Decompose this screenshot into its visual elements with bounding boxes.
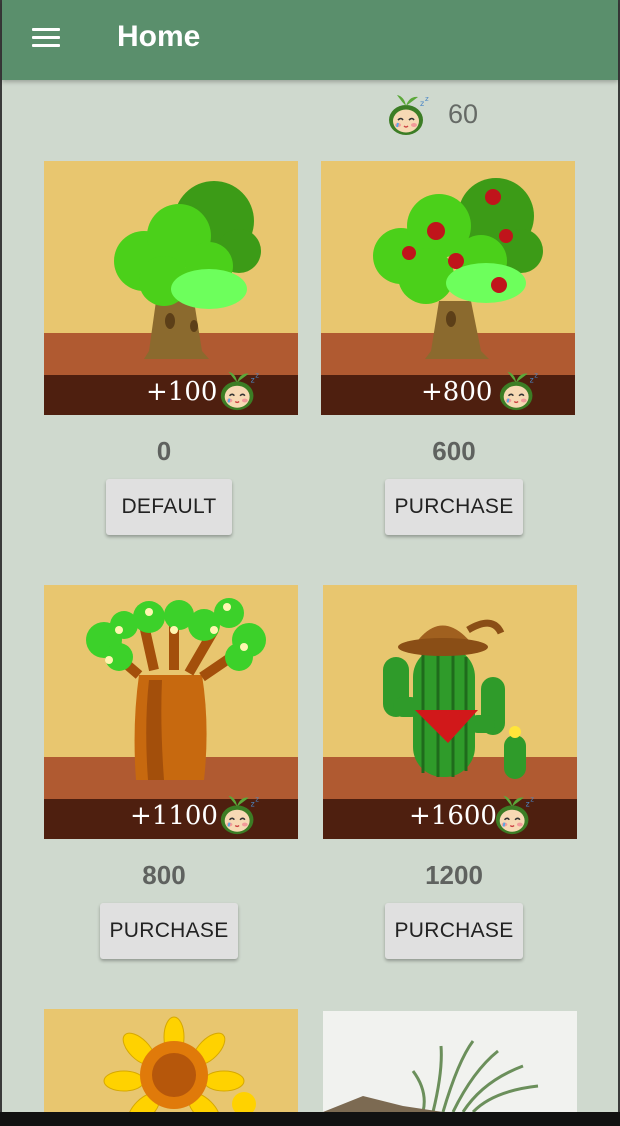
item-price: 0 xyxy=(156,436,172,466)
page-title: Home xyxy=(117,20,201,53)
item-price: 600 xyxy=(432,436,476,466)
reward-amount: +1600 xyxy=(409,801,497,831)
sprout-seed-icon xyxy=(493,791,539,837)
system-navigation-bar xyxy=(0,1112,620,1126)
reward-amount: +800 xyxy=(421,377,493,407)
shop-item-grass[interactable] xyxy=(323,1011,577,1112)
shop-item-sunflower[interactable] xyxy=(44,1009,298,1112)
default-button[interactable]: DEFAULT xyxy=(106,479,232,535)
app-bar: Home xyxy=(2,0,618,80)
sprout-seed-icon xyxy=(218,367,264,413)
seed-balance-value: 60 xyxy=(448,99,479,129)
item-price: 800 xyxy=(142,860,186,890)
shop-item-cactus[interactable]: +1600 xyxy=(323,585,577,839)
window-frame-left xyxy=(0,0,2,1126)
reward-amount: +1100 xyxy=(130,801,218,831)
purchase-button[interactable]: PURCHASE xyxy=(100,903,238,959)
item-price: 1200 xyxy=(425,860,483,890)
purchase-button[interactable]: PURCHASE xyxy=(385,479,523,535)
sprout-seed-icon xyxy=(218,791,264,837)
purchase-button[interactable]: PURCHASE xyxy=(385,903,523,959)
sprout-seed-icon xyxy=(386,90,434,138)
sprout-seed-icon xyxy=(497,367,543,413)
hamburger-menu-icon[interactable] xyxy=(30,22,66,54)
shop-item-oak-tree[interactable]: +100 xyxy=(44,161,298,415)
reward-amount: +100 xyxy=(146,377,218,407)
sunflower-image xyxy=(44,1009,298,1112)
shop-item-apple-tree[interactable]: +800 xyxy=(321,161,575,415)
grass-image xyxy=(323,1011,577,1112)
shop-item-baobab-tree[interactable]: +1100 xyxy=(44,585,298,839)
